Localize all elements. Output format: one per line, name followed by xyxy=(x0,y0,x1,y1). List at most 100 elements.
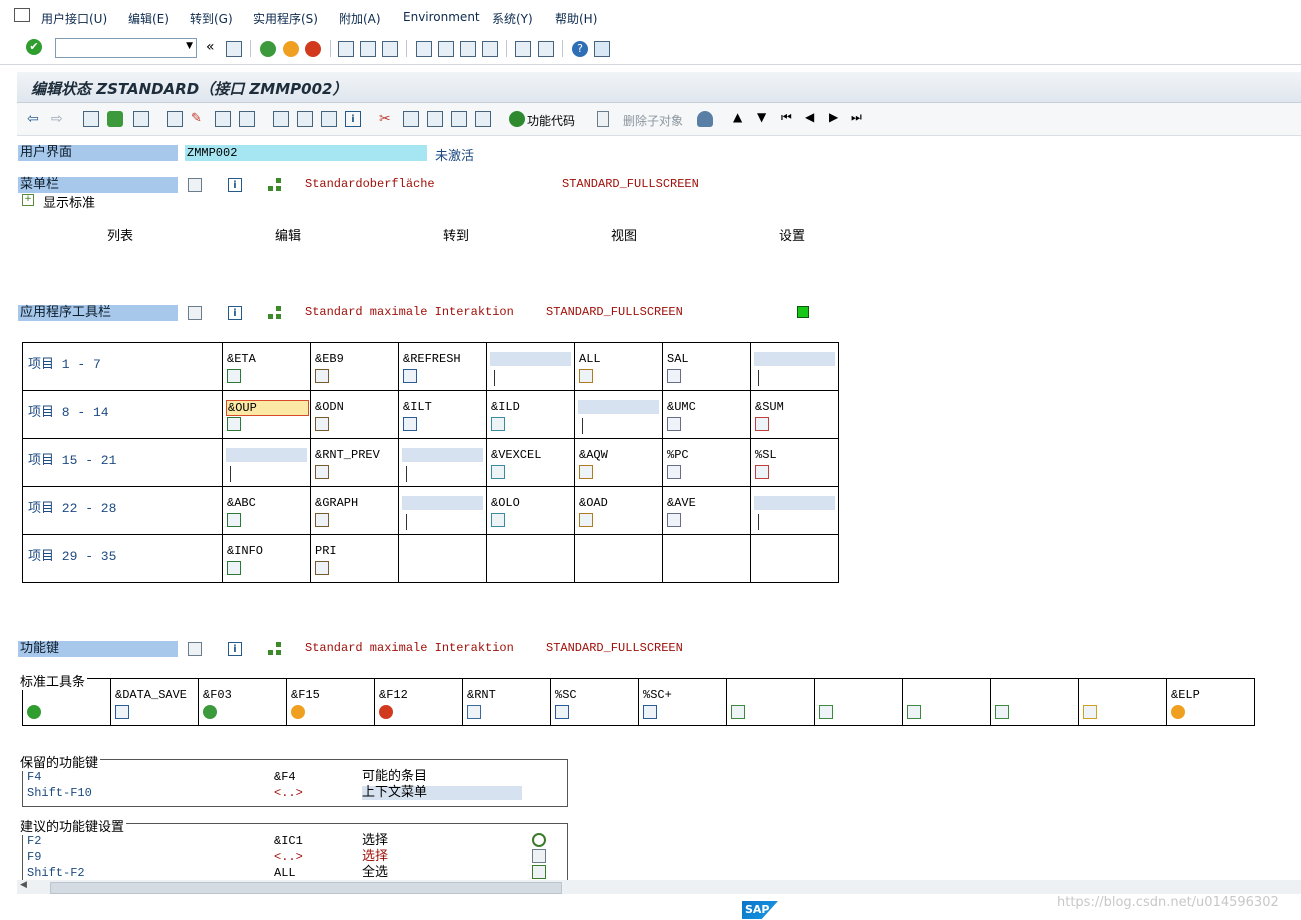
tree-icon[interactable] xyxy=(268,178,282,192)
std-toolbar-slot[interactable]: &ELP xyxy=(1166,678,1255,726)
function-code-field[interactable] xyxy=(754,544,835,558)
toolbar-slot[interactable]: %SL xyxy=(750,438,839,487)
menu-item-list[interactable]: 列表 xyxy=(107,225,267,244)
toolbar-slot[interactable]: &ETA xyxy=(222,342,311,391)
function-code-field[interactable]: %SL xyxy=(754,448,835,462)
menu-user-interface[interactable]: 用户接口(U) xyxy=(41,10,107,27)
info-icon[interactable]: i xyxy=(228,306,242,320)
menu-extras[interactable]: 附加(A) xyxy=(339,10,381,27)
where-used-icon[interactable] xyxy=(215,111,231,127)
find-icon[interactable] xyxy=(360,41,376,57)
display-icon[interactable] xyxy=(188,306,202,320)
function-code-field[interactable] xyxy=(994,688,1075,702)
document-icon[interactable] xyxy=(597,111,609,127)
print-icon[interactable] xyxy=(338,41,354,57)
std-toolbar-slot[interactable] xyxy=(1078,678,1167,726)
menu-utilities[interactable]: 实用程序(S) xyxy=(253,10,318,27)
horizontal-scrollbar[interactable]: ◀ xyxy=(17,880,1301,894)
function-code-field[interactable]: %SC xyxy=(554,688,635,702)
list-icon[interactable] xyxy=(321,111,337,127)
activate-icon[interactable] xyxy=(133,111,149,127)
find-next-icon[interactable] xyxy=(382,41,398,57)
function-code-field[interactable]: &INFO xyxy=(226,544,307,558)
tree-icon[interactable] xyxy=(268,306,282,320)
toolbar-slot[interactable]: &GRAPH xyxy=(310,486,399,535)
sap-menu-icon[interactable] xyxy=(14,8,30,22)
function-code-field[interactable]: &F12 xyxy=(378,688,459,702)
function-code-field[interactable]: &AVE xyxy=(666,496,747,510)
check-icon[interactable] xyxy=(107,111,123,127)
function-code-field[interactable]: ALL xyxy=(578,352,659,366)
function-code-field[interactable] xyxy=(1082,688,1163,702)
toolbar-slot[interactable]: &ABC xyxy=(222,486,311,535)
toolbar-slot[interactable] xyxy=(574,390,663,439)
function-code-field[interactable]: SAL xyxy=(666,352,747,366)
display-icon[interactable] xyxy=(188,178,202,192)
toolbar-slot[interactable] xyxy=(222,438,311,487)
toolbar-slot[interactable] xyxy=(398,438,487,487)
menu-item-empty[interactable] xyxy=(947,225,1107,240)
function-code-field[interactable] xyxy=(226,448,307,462)
menu-help[interactable]: 帮助(H) xyxy=(555,10,597,27)
function-code-button[interactable]: 功能代码 xyxy=(527,112,575,129)
menu-item-view[interactable]: 视图 xyxy=(611,225,771,244)
std-toolbar-slot[interactable] xyxy=(726,678,815,726)
toolbar-slot[interactable]: &RNT_PREV xyxy=(310,438,399,487)
toolbar-slot[interactable]: &OAD xyxy=(574,486,663,535)
function-code-field[interactable]: &OAD xyxy=(578,496,659,510)
toolbar-slot[interactable] xyxy=(662,534,751,583)
function-code-field[interactable] xyxy=(578,544,659,558)
function-code-field[interactable] xyxy=(490,352,571,366)
toolbar-slot[interactable] xyxy=(750,342,839,391)
toolbar-slot[interactable]: &VEXCEL xyxy=(486,438,575,487)
function-code-field[interactable]: %PC xyxy=(666,448,747,462)
function-code-field[interactable]: PRI xyxy=(314,544,395,558)
toolbar-slot[interactable]: SAL xyxy=(662,342,751,391)
menu-environment[interactable]: Environment xyxy=(403,10,480,24)
function-code-field[interactable] xyxy=(666,544,747,558)
std-toolbar-slot[interactable]: &F15 xyxy=(286,678,375,726)
std-toolbar-slot[interactable]: &F12 xyxy=(374,678,463,726)
function-code-field[interactable] xyxy=(754,496,835,510)
std-toolbar-slot[interactable]: &F03 xyxy=(198,678,287,726)
toolbar-slot[interactable]: PRI xyxy=(310,534,399,583)
info-icon[interactable]: i xyxy=(345,111,361,127)
menu-item-edit[interactable]: 编辑 xyxy=(275,225,435,244)
display-icon[interactable] xyxy=(188,642,202,656)
menu-system[interactable]: 系统(Y) xyxy=(492,10,533,27)
toolbar-slot[interactable]: &INFO xyxy=(222,534,311,583)
function-code-field[interactable] xyxy=(402,496,483,510)
toolbar-slot[interactable] xyxy=(398,486,487,535)
function-code-field[interactable] xyxy=(402,448,483,462)
function-code-field[interactable]: %SC+ xyxy=(642,688,723,702)
scroll-down-icon[interactable]: ▼ xyxy=(757,110,766,124)
std-toolbar-slot[interactable]: &RNT xyxy=(462,678,551,726)
toolbar-slot[interactable] xyxy=(486,342,575,391)
function-code-field[interactable]: &ILT xyxy=(402,400,483,414)
menu-edit[interactable]: 编辑(E) xyxy=(128,10,169,27)
new-session-icon[interactable] xyxy=(515,41,531,57)
hat-icon[interactable] xyxy=(697,111,713,127)
function-code-field[interactable] xyxy=(754,352,835,366)
toolbar-slot[interactable] xyxy=(398,534,487,583)
function-code-field[interactable]: &ABC xyxy=(226,496,307,510)
insert-row-icon[interactable] xyxy=(475,111,491,127)
std-toolbar-slot[interactable]: &DATA_SAVE xyxy=(110,678,199,726)
copy-icon[interactable] xyxy=(403,111,419,127)
next-icon[interactable]: ▶ xyxy=(829,110,838,124)
function-code-field[interactable]: &F03 xyxy=(202,688,283,702)
function-code-field[interactable] xyxy=(402,544,483,558)
std-toolbar-slot[interactable]: %SC xyxy=(550,678,639,726)
next-page-icon[interactable] xyxy=(460,41,476,57)
std-toolbar-slot[interactable] xyxy=(990,678,1079,726)
function-code-field[interactable]: &ELP xyxy=(1170,688,1251,702)
function-code-field[interactable]: &DATA_SAVE xyxy=(114,688,195,702)
collapse-icon[interactable]: « xyxy=(206,39,215,55)
exit-icon[interactable] xyxy=(283,41,299,57)
suggested-code[interactable]: <..> xyxy=(274,850,354,864)
function-code-field[interactable] xyxy=(818,688,899,702)
function-code-field[interactable]: &UMC xyxy=(666,400,747,414)
toolbar-slot[interactable]: &OLO xyxy=(486,486,575,535)
function-code-field[interactable] xyxy=(26,688,107,702)
std-toolbar-slot[interactable]: %SC+ xyxy=(638,678,727,726)
